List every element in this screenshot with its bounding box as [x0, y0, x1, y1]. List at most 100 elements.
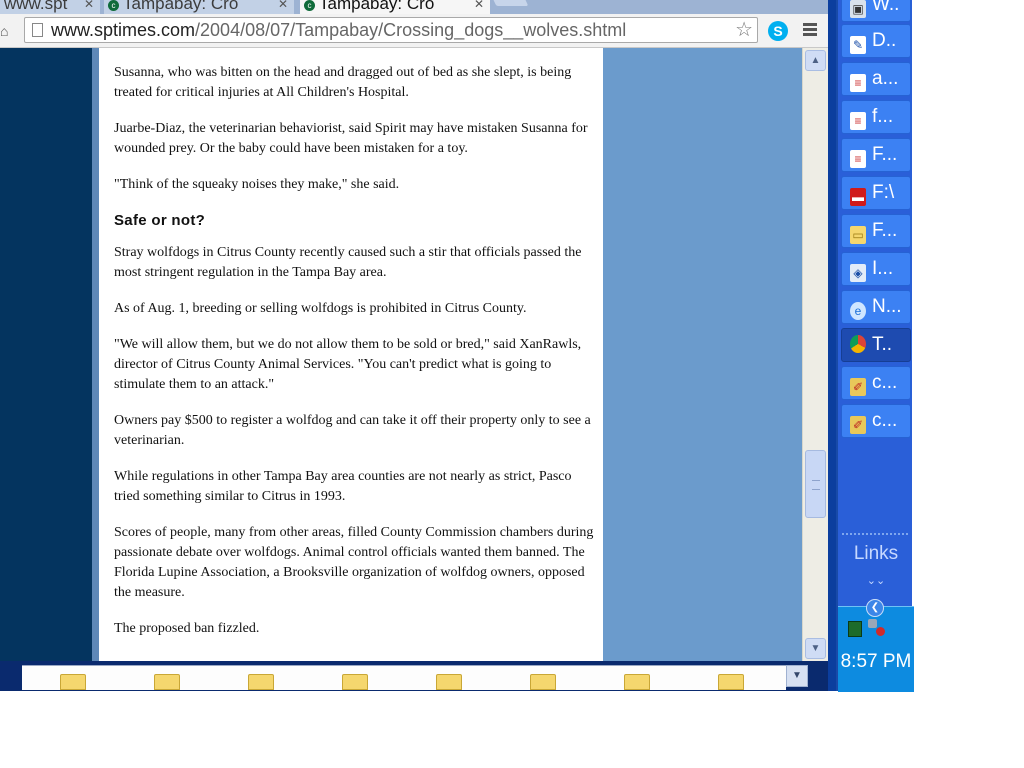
paragraph: Juarbe-Diaz, the veterinarian behavioris…	[114, 121, 588, 156]
taskbar-item-active[interactable]: T..	[841, 328, 911, 362]
tab-tampabay-active[interactable]: c Tampabay: Cro ✕	[300, 0, 490, 14]
paragraph: Owners pay $500 to register a wolfdog an…	[114, 413, 591, 448]
tab-title: Tampabay: Cro	[319, 0, 435, 13]
taskbar-item[interactable]: ✎ D..	[841, 24, 911, 58]
taskbar-item[interactable]: ≡ F...	[841, 138, 911, 172]
taskbar-item[interactable]: ◈ I...	[841, 252, 911, 286]
taskbar-item-label: W..	[872, 0, 900, 15]
rail-edge	[92, 48, 99, 661]
page-icon	[32, 23, 43, 37]
folder-icon: ▭	[850, 226, 866, 244]
folder-icon[interactable]	[718, 674, 744, 690]
scrollbar-thumb[interactable]	[805, 450, 826, 518]
article-body: Susanna, who was bitten on the head and …	[114, 63, 594, 655]
taskbar-item[interactable]: ✐ c...	[841, 366, 911, 400]
window-frame	[828, 0, 836, 691]
taskbar-item[interactable]: ▬ F:\	[841, 176, 911, 210]
taskbar-item-label: F...	[872, 144, 898, 165]
links-toolbar-label[interactable]: Links	[838, 543, 914, 565]
app-icon: ▣	[850, 0, 866, 18]
url-host: www.sptimes.com	[51, 20, 196, 40]
tab-title: Tampabay: Cro	[123, 0, 239, 13]
chrome-icon	[850, 335, 866, 353]
favicon-icon: c	[108, 0, 119, 11]
tab-tampabay-1[interactable]: c Tampabay: Cro ✕	[104, 0, 294, 14]
taskbar-item-label: F:\	[872, 182, 895, 203]
taskbar-item[interactable]: ✐ c...	[841, 404, 911, 438]
address-bar[interactable]: www.sptimes.com/2004/08/07/Tampabay/Cros…	[24, 17, 758, 43]
paint-icon: ✐	[850, 378, 866, 396]
skype-icon[interactable]: S	[768, 21, 788, 41]
favicon-icon: c	[304, 0, 315, 11]
paragraph: "We will allow them, but we do not allow…	[114, 337, 582, 392]
menu-icon[interactable]	[803, 23, 817, 37]
network-icon: ◈	[850, 264, 866, 282]
paragraph: Susanna, who was bitten on the head and …	[114, 65, 572, 100]
taskbar-item-label: T..	[872, 334, 893, 355]
browser-toolbar: ⌂ www.sptimes.com/2004/08/07/Tampabay/Cr…	[0, 14, 832, 48]
notepad-icon: ≡	[850, 112, 866, 130]
system-tray: ❮ 8:57 PM	[838, 599, 914, 692]
taskbar-item-label: F...	[872, 220, 898, 241]
chevron-left-icon[interactable]: ❮	[866, 599, 884, 617]
folder-icon[interactable]	[154, 674, 180, 690]
folder-icon[interactable]	[530, 674, 556, 690]
close-icon[interactable]: ✕	[474, 0, 484, 14]
url-text: www.sptimes.com/2004/08/07/Tampabay/Cros…	[51, 20, 626, 40]
folder-icon[interactable]	[624, 674, 650, 690]
folder-icon[interactable]	[436, 674, 462, 690]
drive-icon: ▬	[850, 188, 866, 206]
paragraph: Scores of people, many from other areas,…	[114, 525, 594, 600]
vertical-scrollbar[interactable]: ▲ ▼	[802, 48, 829, 661]
tab-strip: www.spt ✕ c Tampabay: Cro ✕ c Tampabay: Cr…	[0, 0, 832, 14]
clock[interactable]: 8:57 PM	[838, 651, 914, 673]
taskbar-item-label: f...	[872, 106, 894, 127]
taskbar-item-label: I...	[872, 258, 894, 279]
close-icon[interactable]: ✕	[278, 0, 288, 14]
page-viewport: Susanna, who was bitten on the head and …	[0, 48, 802, 661]
star-icon[interactable]: ☆	[735, 19, 753, 41]
paragraph: The proposed ban fizzled.	[114, 621, 260, 636]
close-icon[interactable]: ✕	[84, 0, 94, 14]
folder-bar: ▼	[0, 661, 832, 691]
toolbar-separator	[842, 533, 908, 535]
grip-icon	[812, 480, 820, 490]
document-icon: ✎	[850, 36, 866, 54]
paragraph: While regulations in other Tampa Bay are…	[114, 469, 572, 504]
taskbar-item[interactable]: ≡ f...	[841, 100, 911, 134]
taskbar-item[interactable]: ▭ F...	[841, 214, 911, 248]
taskbar: ▣ W.. ✎ D.. ≡ a... ≡ f... ≡ F... ▬ F:\ ▭ F... ◈…	[836, 0, 914, 692]
chevron-down-icon[interactable]: ⌄⌄	[838, 574, 914, 587]
ie-icon: e	[850, 302, 866, 320]
article-column: Susanna, who was bitten on the head and …	[99, 48, 603, 661]
taskbar-item[interactable]: ≡ a...	[841, 62, 911, 96]
folder-icon[interactable]	[342, 674, 368, 690]
url-path: /2004/08/07/Tampabay/Crossing_dogs__wolv…	[195, 20, 627, 40]
taskbar-item[interactable]: e N...	[841, 290, 911, 324]
new-tab-button[interactable]	[491, 0, 529, 6]
tab-sptimes[interactable]: www.spt ✕	[0, 0, 100, 14]
network-status-icon[interactable]	[868, 619, 886, 637]
folder-icon[interactable]	[248, 674, 274, 690]
folder-strip	[22, 665, 786, 690]
scroll-down-button[interactable]: ▼	[805, 638, 826, 659]
paint-icon: ✐	[850, 416, 866, 434]
home-icon[interactable]: ⌂	[0, 24, 12, 38]
paragraph: Stray wolfdogs in Citrus County recently…	[114, 245, 582, 280]
folder-dropdown-button[interactable]: ▼	[786, 665, 808, 687]
tray-app-icon[interactable]	[848, 621, 862, 637]
folder-icon[interactable]	[60, 674, 86, 690]
tab-title: www.spt	[4, 0, 68, 13]
taskbar-item-label: c...	[872, 410, 898, 431]
subheading: Safe or not?	[114, 212, 206, 229]
taskbar-item-label: c...	[872, 372, 898, 393]
taskbar-item-label: N...	[872, 296, 902, 317]
paragraph: As of Aug. 1, breeding or selling wolfdo…	[114, 301, 527, 316]
left-rail	[0, 48, 92, 661]
notepad-icon: ≡	[850, 74, 866, 92]
taskbar-item[interactable]: ▣ W..	[841, 0, 911, 22]
notepad-icon: ≡	[850, 150, 866, 168]
scroll-up-button[interactable]: ▲	[805, 50, 826, 71]
taskbar-item-label: D..	[872, 30, 897, 51]
paragraph: "Think of the squeaky noises they make,"…	[114, 177, 400, 192]
